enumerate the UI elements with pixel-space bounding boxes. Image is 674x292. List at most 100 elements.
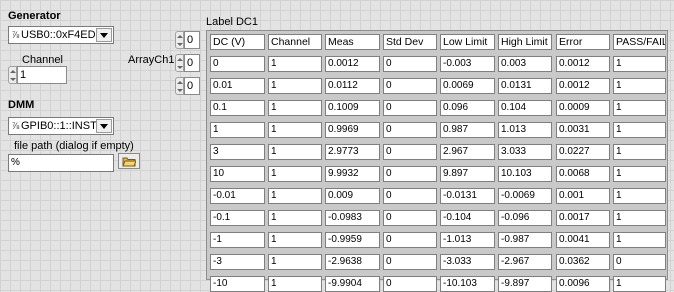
table-cell[interactable]: -0.0131 (440, 188, 495, 204)
table-cell[interactable]: 0 (383, 254, 437, 270)
table-cell[interactable]: 0 (383, 122, 437, 138)
generator-resource-select[interactable]: ⅞ USB0::0xF4ED: (8, 26, 114, 44)
table-cell[interactable]: 0.0031 (556, 122, 610, 138)
table-index-input[interactable]: 0 (184, 31, 200, 49)
table-cell[interactable]: 0.0362 (556, 254, 610, 270)
table-cell[interactable]: 1 (268, 210, 322, 226)
table-cell[interactable]: 1 (613, 144, 666, 160)
table-cell[interactable]: -0.096 (498, 210, 552, 226)
table-cell[interactable]: 0 (383, 188, 437, 204)
table-cell[interactable]: 0.1 (210, 100, 265, 116)
table-cell[interactable]: 0.0227 (556, 144, 610, 160)
table-cell[interactable]: -0.987 (498, 232, 552, 248)
table-cell[interactable]: 0.096 (440, 100, 495, 116)
dmm-dropdown-button[interactable] (96, 119, 112, 133)
table-cell[interactable]: -0.1 (210, 210, 265, 226)
channel-control[interactable]: 1 (8, 66, 67, 84)
table-cell[interactable]: 0.0012 (556, 78, 610, 94)
table-cell[interactable]: -2.967 (498, 254, 552, 270)
table-cell[interactable]: 1 (613, 100, 666, 116)
table-cell[interactable]: 1 (613, 188, 666, 204)
table-cell[interactable]: 10 (210, 166, 265, 182)
table-cell[interactable]: 1 (268, 144, 322, 160)
file-path-input[interactable]: % (8, 154, 114, 172)
table-cell[interactable]: 0.0009 (556, 100, 610, 116)
table-cell[interactable]: 1 (613, 122, 666, 138)
table-cell[interactable]: 0.987 (440, 122, 495, 138)
table-cell[interactable]: -1 (210, 232, 265, 248)
table-cell[interactable]: 9.897 (440, 166, 495, 182)
table-cell[interactable]: 1 (613, 56, 666, 72)
table-cell[interactable]: 0.0131 (498, 78, 552, 94)
arraych1-index-1-spinner[interactable] (175, 54, 184, 72)
table-cell[interactable]: 0 (383, 100, 437, 116)
table-cell[interactable]: 0 (383, 78, 437, 94)
table-cell[interactable]: 0.0096 (556, 276, 610, 292)
table-cell[interactable]: 1 (613, 276, 666, 292)
table-cell[interactable]: -0.003 (440, 56, 495, 72)
arraych1-index-2[interactable]: 0 (175, 77, 200, 95)
table-cell[interactable]: 0.9969 (325, 122, 380, 138)
table-cell[interactable]: 1 (268, 122, 322, 138)
table-cell[interactable]: 0 (210, 56, 265, 72)
arraych1-index-2-spinner[interactable] (175, 77, 184, 95)
table-cell[interactable]: -10 (210, 276, 265, 292)
table-cell[interactable]: 0 (613, 254, 666, 270)
table-cell[interactable]: 0.001 (556, 188, 610, 204)
table-cell[interactable]: 1 (613, 232, 666, 248)
table-index-control[interactable]: 0 (175, 31, 200, 49)
table-cell[interactable]: 1 (268, 78, 322, 94)
table-cell[interactable]: 1.013 (498, 122, 552, 138)
table-cell[interactable]: -0.0983 (325, 210, 380, 226)
table-cell[interactable]: 1 (268, 100, 322, 116)
table-cell[interactable]: 2.9773 (325, 144, 380, 160)
dmm-resource-select[interactable]: ⅞ GPIB0::1::INSTR (8, 117, 114, 135)
table-cell[interactable]: 0.1009 (325, 100, 380, 116)
generator-dropdown-button[interactable] (96, 28, 112, 42)
table-cell[interactable]: -3.033 (440, 254, 495, 270)
table-index-spinner[interactable] (175, 31, 184, 49)
channel-input[interactable]: 1 (17, 66, 67, 84)
table-cell[interactable]: 1 (268, 232, 322, 248)
table-cell[interactable]: -9.897 (498, 276, 552, 292)
table-cell[interactable]: 0.0017 (556, 210, 610, 226)
table-cell[interactable]: 1 (268, 254, 322, 270)
table-cell[interactable]: -3 (210, 254, 265, 270)
table-cell[interactable]: 1 (613, 78, 666, 94)
table-cell[interactable]: 0.009 (325, 188, 380, 204)
table-cell[interactable]: 2.967 (440, 144, 495, 160)
table-cell[interactable]: 1 (210, 122, 265, 138)
table-cell[interactable]: 0.0012 (325, 56, 380, 72)
table-cell[interactable]: 1 (268, 56, 322, 72)
table-cell[interactable]: 1 (268, 276, 322, 292)
arraych1-index-2-input[interactable]: 0 (184, 77, 200, 95)
table-cell[interactable]: 0 (383, 276, 437, 292)
table-cell[interactable]: 3 (210, 144, 265, 160)
channel-spinner[interactable] (8, 66, 17, 84)
table-cell[interactable]: -10.103 (440, 276, 495, 292)
table-cell[interactable]: 10.103 (498, 166, 552, 182)
table-cell[interactable]: 0 (383, 56, 437, 72)
table-cell[interactable]: -2.9638 (325, 254, 380, 270)
arraych1-index-1[interactable]: 0 (175, 54, 200, 72)
table-cell[interactable]: 0.01 (210, 78, 265, 94)
table-cell[interactable]: 0 (383, 210, 437, 226)
table-cell[interactable]: 0 (383, 144, 437, 160)
table-cell[interactable]: -0.9959 (325, 232, 380, 248)
table-cell[interactable]: 1 (613, 210, 666, 226)
table-cell[interactable]: 0.0012 (556, 56, 610, 72)
arraych1-index-1-input[interactable]: 0 (184, 54, 200, 72)
table-cell[interactable]: 0.104 (498, 100, 552, 116)
table-cell[interactable]: 0.0112 (325, 78, 380, 94)
table-cell[interactable]: 9.9932 (325, 166, 380, 182)
table-cell[interactable]: -0.104 (440, 210, 495, 226)
table-cell[interactable]: -0.0069 (498, 188, 552, 204)
table-cell[interactable]: -0.01 (210, 188, 265, 204)
table-cell[interactable]: 0.0068 (556, 166, 610, 182)
table-cell[interactable]: 1 (613, 166, 666, 182)
table-cell[interactable]: 3.033 (498, 144, 552, 160)
table-cell[interactable]: 0.003 (498, 56, 552, 72)
table-cell[interactable]: 0 (383, 232, 437, 248)
browse-folder-button[interactable] (118, 153, 140, 169)
table-cell[interactable]: 1 (268, 188, 322, 204)
